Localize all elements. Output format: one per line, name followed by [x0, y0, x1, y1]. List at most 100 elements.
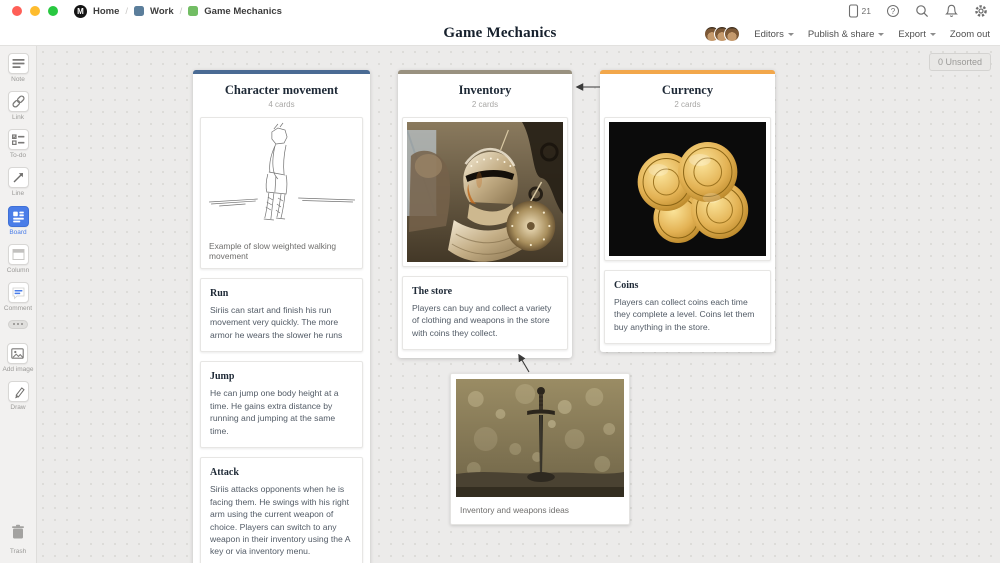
column-title: Inventory	[458, 83, 512, 97]
notifications-bell-icon[interactable]	[945, 4, 958, 18]
tool-label: Trash	[9, 547, 27, 555]
tool-label: Note	[11, 76, 25, 83]
note-card-jump[interactable]: Jump He can jump one body height at a ti…	[200, 361, 363, 449]
tool-comment[interactable]: Comment	[4, 281, 32, 312]
export-button[interactable]: Export	[898, 28, 936, 40]
tool-note[interactable]: Note	[7, 53, 29, 83]
column-title: Character movement	[224, 83, 339, 97]
note-title: The store	[412, 286, 453, 297]
note-body: Siriis can start and finish his run move…	[210, 305, 343, 340]
zoom-out-label: Zoom out	[949, 28, 990, 40]
knight-armor-image	[407, 122, 563, 262]
column-character-movement[interactable]: Character movement 4 cards Example of sl…	[193, 70, 370, 563]
search-icon[interactable]	[915, 4, 929, 18]
tool-draw[interactable]: Draw	[7, 381, 29, 411]
tool-label: To-do	[9, 152, 27, 160]
trash-icon	[9, 523, 27, 546]
export-label: Export	[898, 28, 926, 40]
note-title: Run	[210, 288, 229, 299]
phone-icon	[848, 4, 858, 18]
note-body: Siriis attacks opponents when he is faci…	[210, 484, 350, 557]
chevron-down-icon	[787, 32, 794, 36]
image-caption: Example of slow weighted walking movemen…	[209, 241, 337, 261]
link-icon	[7, 91, 29, 113]
sword-image	[456, 379, 624, 497]
publish-share-label: Publish & share	[807, 28, 875, 40]
image-caption: Inventory and weapons ideas	[460, 505, 569, 515]
column-header[interactable]: Inventory 2 cards	[398, 74, 572, 116]
board-header: Game Mechanics Editors Publish & share E…	[0, 22, 1000, 46]
column-header[interactable]: Currency 2 cards	[600, 74, 775, 116]
tool-line[interactable]: Line	[7, 167, 29, 198]
tool-label: Add image	[2, 365, 34, 373]
avatar[interactable]	[724, 26, 741, 42]
collaborator-avatars[interactable]	[704, 26, 741, 42]
traffic-lights	[12, 6, 58, 16]
gold-coins-image	[609, 122, 766, 256]
image-card-knight-armor[interactable]	[402, 117, 568, 267]
close-window-button[interactable]	[12, 6, 22, 16]
column-header[interactable]: Character movement 4 cards	[193, 74, 370, 116]
image-card-sword[interactable]: Inventory and weapons ideas	[450, 373, 630, 525]
note-icon	[7, 53, 29, 74]
breadcrumb-work[interactable]: Work	[150, 6, 174, 17]
editors-label: Editors	[754, 28, 784, 40]
add-image-icon	[7, 342, 29, 364]
breadcrumb-game-mechanics[interactable]: Game Mechanics	[204, 6, 282, 17]
column-card-count: 2 cards	[674, 100, 701, 109]
column-inventory[interactable]: Inventory 2 cards The store Players can …	[398, 70, 572, 359]
draw-pencil-icon	[7, 381, 29, 403]
board-work-icon	[134, 6, 145, 16]
note-card-coins[interactable]: Coins Players can collect coins each tim…	[604, 270, 771, 345]
note-title: Jump	[210, 371, 235, 383]
note-card-the-store[interactable]: The store Players can buy and collect a …	[402, 276, 568, 351]
note-body: Players can collect coins each time they…	[614, 297, 755, 332]
publish-share-button[interactable]: Publish & share	[808, 29, 885, 40]
tool-board[interactable]: Board	[7, 205, 29, 236]
column-card-count: 4 cards	[268, 100, 295, 109]
board-canvas[interactable]: 0 Unsorted Character movement 4 cards Ex…	[37, 46, 1000, 563]
note-body: He can jump one body height at a time. H…	[210, 388, 339, 436]
window-titlebar: M Home / Work / Game Mechanics 21 ?	[0, 0, 1000, 22]
image-card-gold-coins[interactable]	[604, 117, 771, 261]
device-sync-button[interactable]: 21	[848, 4, 871, 18]
tool-column[interactable]: Column	[7, 243, 29, 274]
image-card-walking-sketch[interactable]: Example of slow weighted walking movemen…	[200, 117, 363, 269]
breadcrumb: M Home / Work / Game Mechanics	[74, 4, 282, 18]
chevron-down-icon	[929, 32, 936, 36]
column-currency[interactable]: Currency 2 cards Coins Players can colle…	[600, 70, 775, 353]
ellipsis-icon	[17, 323, 19, 326]
unsorted-button[interactable]: 0 Unsorted	[928, 53, 991, 71]
tool-label: Link	[12, 114, 24, 122]
tool-sidebar: Note Link To-do Line Board Column Commen…	[0, 46, 37, 563]
note-card-attack[interactable]: Attack Siriis attacks opponents when he …	[200, 457, 363, 563]
minimize-window-button[interactable]	[30, 6, 40, 16]
zoom-window-button[interactable]	[48, 6, 58, 16]
device-count: 21	[861, 6, 871, 16]
editors-button[interactable]: Editors	[754, 29, 794, 40]
tool-todo[interactable]: To-do	[7, 129, 29, 160]
note-card-run[interactable]: Run Siriis can start and finish his run …	[200, 278, 363, 353]
zoom-out-button[interactable]: Zoom out	[950, 29, 990, 40]
tool-label: Line	[11, 190, 25, 198]
note-title: Coins	[614, 280, 639, 291]
settings-gear-icon[interactable]	[974, 4, 988, 18]
chevron-down-icon	[878, 32, 885, 36]
ellipsis-icon	[21, 323, 23, 326]
todo-checklist-icon	[7, 129, 29, 151]
more-tools-button[interactable]	[8, 319, 28, 329]
breadcrumb-home[interactable]: Home	[93, 6, 119, 17]
note-body: Players can buy and collect a variety of…	[412, 303, 552, 338]
column-icon	[7, 243, 29, 265]
tool-add-image[interactable]: Add image	[2, 342, 34, 373]
note-title: Attack	[210, 467, 239, 479]
column-card-count: 2 cards	[471, 100, 499, 109]
comment-icon	[7, 281, 29, 303]
breadcrumb-separator: /	[125, 5, 129, 17]
tool-link[interactable]: Link	[7, 91, 29, 122]
trash[interactable]: Trash	[9, 523, 27, 555]
help-icon[interactable]: ?	[887, 5, 899, 17]
breadcrumb-separator: /	[179, 5, 183, 17]
line-arrow-icon	[7, 167, 29, 189]
milanote-logo-icon[interactable]: M	[74, 4, 87, 18]
